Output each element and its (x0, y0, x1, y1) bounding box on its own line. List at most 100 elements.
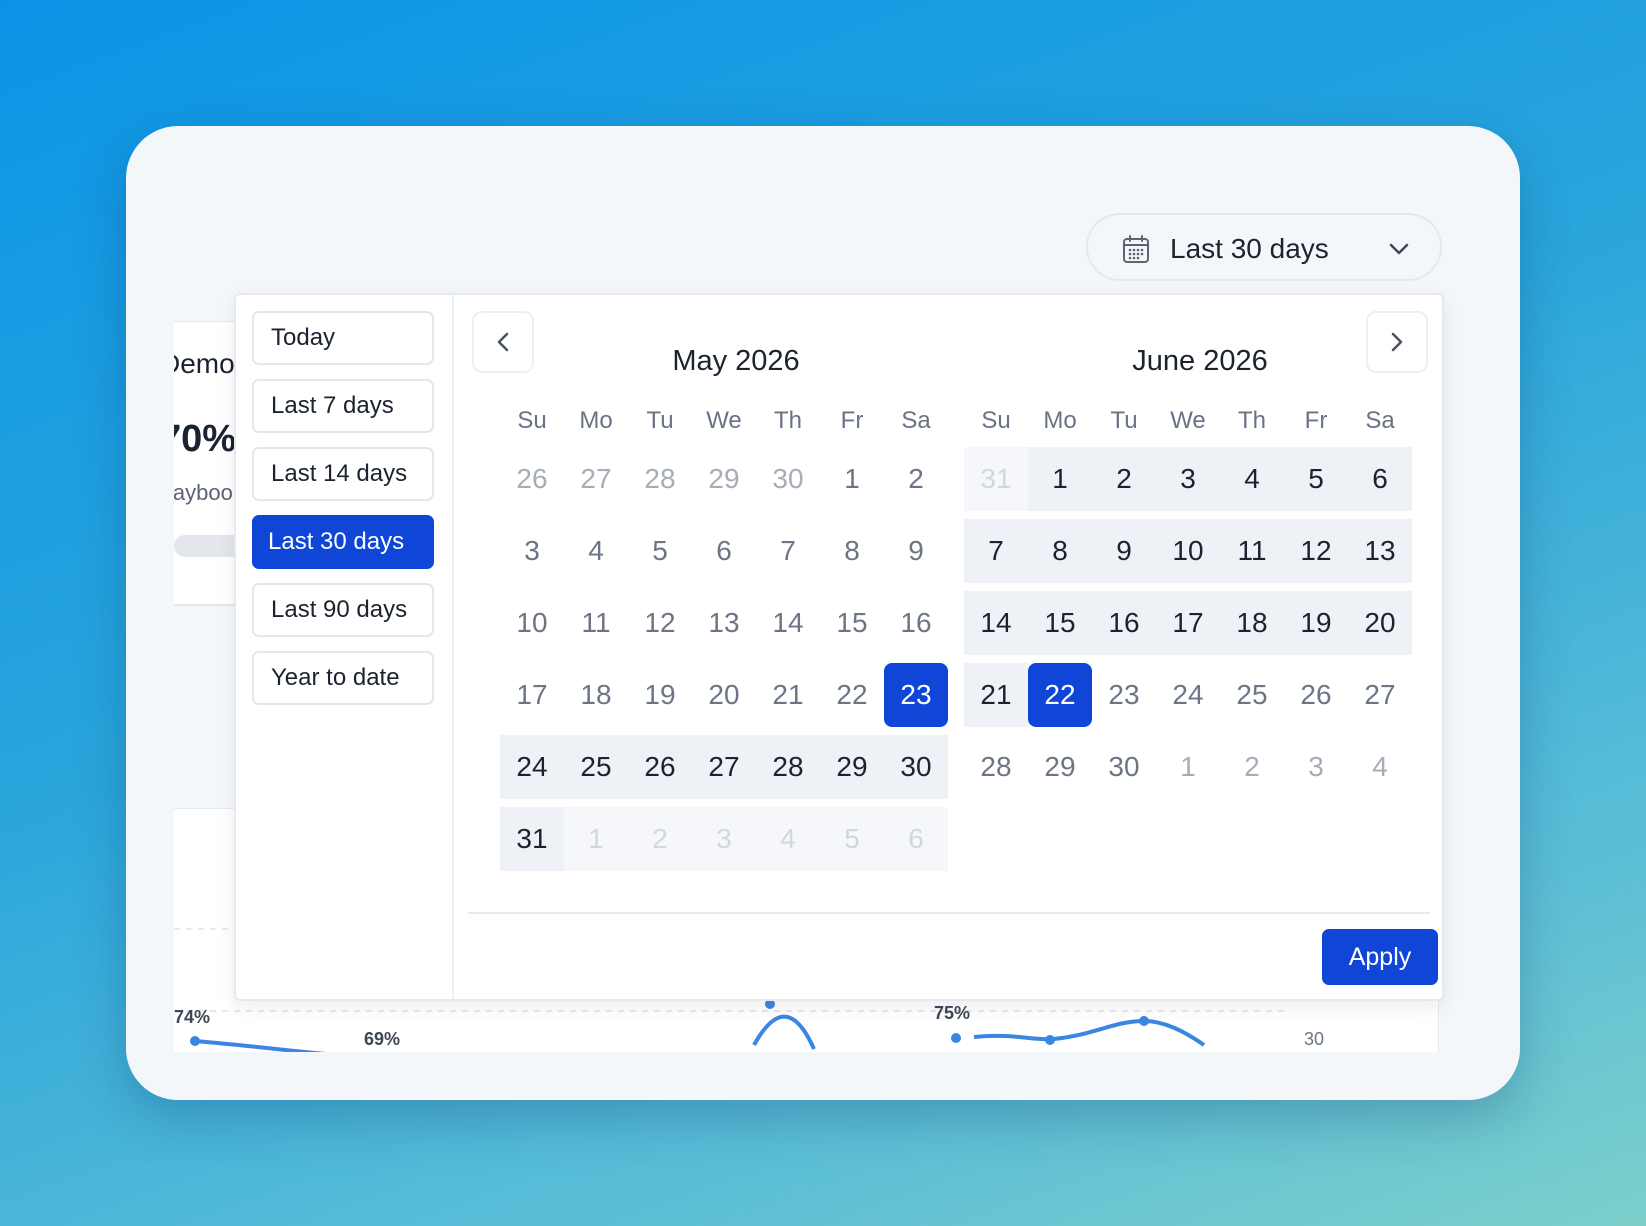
day-cell[interactable]: 3 (1156, 447, 1220, 511)
day-cell[interactable]: 14 (964, 591, 1028, 655)
day-cell[interactable]: 21 (756, 663, 820, 727)
weekday-header: Th (1237, 407, 1266, 434)
date-range-trigger[interactable]: Last 30 days (1086, 213, 1442, 281)
day-cell[interactable]: 6 (692, 519, 756, 583)
day-cell[interactable]: 27 (1348, 663, 1412, 727)
day-cell[interactable]: 14 (756, 591, 820, 655)
day-cell[interactable]: 22 (820, 663, 884, 727)
day-cell[interactable]: 2 (628, 807, 692, 871)
day-cell[interactable]: 9 (1092, 519, 1156, 583)
day-cell[interactable]: 7 (964, 519, 1028, 583)
day-cell[interactable]: 27 (564, 447, 628, 511)
day-cell[interactable]: 30 (884, 735, 948, 799)
day-cell[interactable]: 18 (1220, 591, 1284, 655)
day-cell[interactable]: 31 (964, 447, 1028, 511)
chart-point (951, 1033, 961, 1043)
day-cell[interactable]: 5 (1284, 447, 1348, 511)
day-cell[interactable]: 28 (628, 447, 692, 511)
app-window: Demo 70% laybook 74% 69% 75% 79% 30 (126, 126, 1520, 1100)
weekday-header: Sa (1365, 407, 1395, 434)
day-cell[interactable]: 3 (500, 519, 564, 583)
day-cell[interactable]: 24 (1156, 663, 1220, 727)
day-cell[interactable]: 7 (756, 519, 820, 583)
preset-last-14-days[interactable]: Last 14 days (252, 447, 434, 501)
day-cell[interactable]: 5 (820, 807, 884, 871)
day-cell[interactable]: 9 (884, 519, 948, 583)
day-cell[interactable]: 29 (692, 447, 756, 511)
day-cell[interactable]: 1 (564, 807, 628, 871)
day-cell[interactable]: 8 (1028, 519, 1092, 583)
day-cell[interactable]: 26 (1284, 663, 1348, 727)
chevron-left-icon (474, 332, 532, 375)
selected-day-cell[interactable]: 23 (884, 663, 948, 727)
day-cell[interactable]: 2 (884, 447, 948, 511)
day-cell[interactable]: 3 (692, 807, 756, 871)
month-title-june: June 2026 (1132, 345, 1268, 377)
preset-last-90-days[interactable]: Last 90 days (252, 583, 434, 637)
chart-axis-label: 30 (1304, 1029, 1324, 1049)
day-cell[interactable]: 3 (1284, 735, 1348, 799)
preset-last-7-days[interactable]: Last 7 days (252, 379, 434, 433)
day-cell[interactable]: 1 (1156, 735, 1220, 799)
day-cell[interactable]: 24 (500, 735, 564, 799)
day-cell[interactable]: 31 (500, 807, 564, 871)
day-cell[interactable]: 10 (500, 591, 564, 655)
day-cell[interactable]: 27 (692, 735, 756, 799)
selected-day-cell[interactable]: 22 (1028, 663, 1092, 727)
day-cell[interactable]: 20 (692, 663, 756, 727)
weekday-header: Sa (901, 407, 931, 434)
metric-card-value: 70% (174, 418, 237, 460)
day-cell[interactable]: 6 (884, 807, 948, 871)
day-cell[interactable]: 30 (1092, 735, 1156, 799)
day-cell[interactable]: 4 (1220, 447, 1284, 511)
day-cell[interactable]: 1 (1028, 447, 1092, 511)
date-range-popover: Today Last 7 days Last 14 days Last 30 d… (234, 293, 1444, 1001)
day-cell[interactable]: 17 (500, 663, 564, 727)
day-cell[interactable]: 29 (820, 735, 884, 799)
day-cell[interactable]: 19 (628, 663, 692, 727)
day-cell[interactable]: 29 (1028, 735, 1092, 799)
weekday-header: Tu (646, 407, 674, 434)
day-cell[interactable]: 25 (564, 735, 628, 799)
day-cell[interactable]: 17 (1156, 591, 1220, 655)
day-cell[interactable]: 26 (500, 447, 564, 511)
day-cell[interactable]: 11 (1220, 519, 1284, 583)
day-cell[interactable]: 15 (1028, 591, 1092, 655)
day-cell[interactable]: 20 (1348, 591, 1412, 655)
day-cell[interactable]: 6 (1348, 447, 1412, 511)
day-cell[interactable]: 1 (820, 447, 884, 511)
prev-month-button[interactable] (472, 311, 534, 373)
day-cell[interactable]: 15 (820, 591, 884, 655)
next-month-button[interactable] (1366, 311, 1428, 373)
day-cell[interactable]: 18 (564, 663, 628, 727)
day-cell[interactable]: 13 (1348, 519, 1412, 583)
day-cell[interactable]: 28 (756, 735, 820, 799)
day-cell[interactable]: 4 (756, 807, 820, 871)
day-cell[interactable]: 23 (1092, 663, 1156, 727)
day-cell[interactable]: 26 (628, 735, 692, 799)
day-cell[interactable]: 16 (1092, 591, 1156, 655)
weekday-header: Mo (1043, 407, 1077, 434)
day-cell[interactable]: 13 (692, 591, 756, 655)
day-cell[interactable]: 4 (1348, 735, 1412, 799)
day-cell[interactable]: 21 (964, 663, 1028, 727)
day-cell[interactable]: 25 (1220, 663, 1284, 727)
day-cell[interactable]: 5 (628, 519, 692, 583)
day-cell[interactable]: 12 (628, 591, 692, 655)
apply-button[interactable]: Apply (1322, 929, 1438, 985)
day-cell[interactable]: 11 (564, 591, 628, 655)
day-cell[interactable]: 30 (756, 447, 820, 511)
day-cell[interactable]: 10 (1156, 519, 1220, 583)
day-cell[interactable]: 4 (564, 519, 628, 583)
day-cell[interactable]: 8 (820, 519, 884, 583)
day-cell[interactable]: 2 (1092, 447, 1156, 511)
day-cell[interactable]: 2 (1220, 735, 1284, 799)
preset-year-to-date[interactable]: Year to date (252, 651, 434, 705)
day-cell[interactable]: 19 (1284, 591, 1348, 655)
day-cell[interactable]: 16 (884, 591, 948, 655)
preset-today[interactable]: Today (252, 311, 434, 365)
day-cell[interactable]: 28 (964, 735, 1028, 799)
day-cell[interactable]: 12 (1284, 519, 1348, 583)
chart-data-label: 74% (174, 1007, 210, 1027)
preset-last-30-days[interactable]: Last 30 days (252, 515, 434, 569)
